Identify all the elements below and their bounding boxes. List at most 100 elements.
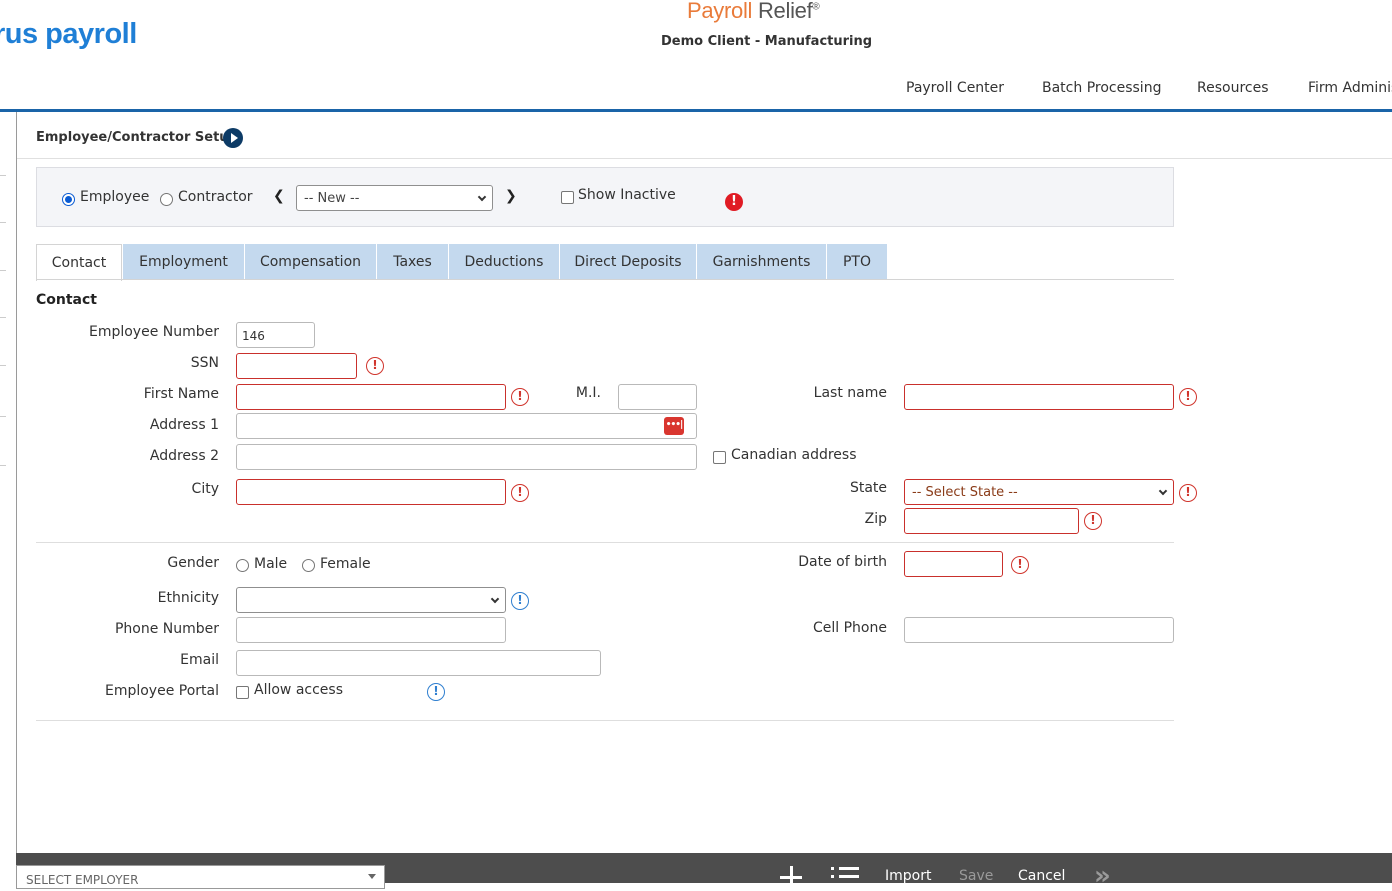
allow-access-checkbox[interactable] — [236, 686, 249, 699]
left-panel-tick — [0, 222, 6, 223]
state-label: State — [849, 480, 887, 496]
page-title: Employee/Contractor Setup — [36, 130, 238, 145]
tab-divider — [36, 279, 1174, 280]
title-divider — [17, 158, 1392, 159]
nav-firm-admin[interactable]: Firm Adminis — [1308, 80, 1392, 96]
last-name-label: Last name — [813, 385, 887, 401]
tab-deductions[interactable]: Deductions — [448, 244, 559, 280]
nav-batch-processing[interactable]: Batch Processing — [1042, 80, 1161, 96]
caret-down-icon — [368, 874, 376, 879]
employer-select-placeholder: SELECT EMPLOYER — [26, 873, 139, 887]
section-title: Contact — [36, 292, 97, 308]
tab-garnishments[interactable]: Garnishments — [696, 244, 826, 280]
gender-label: Gender — [167, 555, 219, 571]
chevron-down-icon — [1158, 486, 1168, 496]
ssn-field[interactable] — [236, 353, 357, 379]
section-divider — [36, 542, 1174, 543]
product-name-part1: Payroll — [687, 0, 753, 23]
section-divider — [36, 720, 1174, 721]
tab-direct-deposits[interactable]: Direct Deposits — [559, 244, 696, 280]
last-name-alert-icon: ! — [1179, 388, 1197, 406]
list-icon[interactable] — [831, 866, 861, 886]
employee-number-field[interactable]: 146 — [236, 322, 315, 348]
tab-compensation[interactable]: Compensation — [244, 244, 376, 280]
left-panel-tick — [0, 365, 6, 366]
cell-phone-label: Cell Phone — [813, 620, 887, 636]
state-select-value: -- Select State -- — [912, 485, 1018, 500]
product-logo: Payroll Relief® — [687, 0, 820, 24]
alert-icon[interactable]: ! — [725, 193, 743, 211]
nav-payroll-center[interactable]: Payroll Center — [906, 80, 1004, 96]
double-chevron-right-icon[interactable]: » — [1094, 861, 1111, 891]
tab-pto[interactable]: PTO — [826, 244, 887, 280]
mi-field[interactable] — [618, 384, 697, 410]
state-select[interactable]: -- Select State -- — [904, 479, 1174, 505]
left-panel-tick — [0, 416, 6, 417]
address2-field[interactable] — [236, 444, 697, 470]
product-name-part2: Relief — [757, 0, 813, 23]
left-panel-tick — [0, 270, 6, 271]
gender-female-label[interactable]: Female — [320, 556, 371, 572]
cell-phone-field[interactable] — [904, 617, 1174, 643]
address-lookup-icon[interactable]: •••| — [664, 417, 684, 435]
phone-field[interactable] — [236, 617, 506, 643]
city-field[interactable] — [236, 479, 506, 505]
left-panel-tick — [0, 317, 6, 318]
last-name-field[interactable] — [904, 384, 1174, 410]
employee-radio[interactable] — [62, 193, 75, 206]
ethnicity-select[interactable] — [236, 587, 506, 613]
zip-field[interactable] — [904, 508, 1079, 534]
tab-employment[interactable]: Employment — [122, 244, 244, 280]
ethnicity-info-icon[interactable]: ! — [511, 592, 529, 610]
dob-label: Date of birth — [798, 554, 887, 570]
tab-contact[interactable]: Contact — [36, 244, 122, 281]
employee-radio-label[interactable]: Employee — [80, 189, 149, 205]
play-icon[interactable] — [223, 128, 243, 148]
import-button[interactable]: Import — [885, 868, 931, 884]
mi-label: M.I. — [575, 385, 601, 401]
city-label: City — [191, 481, 219, 497]
left-panel-border — [16, 112, 17, 853]
client-name: Demo Client - Manufacturing — [661, 34, 873, 49]
gender-male-radio[interactable] — [236, 559, 249, 572]
allow-access-label[interactable]: Allow access — [254, 682, 343, 698]
canadian-address-checkbox[interactable] — [713, 451, 726, 464]
brand-logo: rus payroll — [0, 18, 137, 50]
first-name-label: First Name — [143, 386, 219, 402]
ethnicity-label: Ethnicity — [157, 590, 219, 606]
show-inactive-checkbox[interactable] — [561, 191, 574, 204]
zip-alert-icon: ! — [1084, 512, 1102, 530]
email-label: Email — [180, 652, 219, 668]
contractor-radio-label[interactable]: Contractor — [178, 189, 253, 205]
employer-select[interactable]: SELECT EMPLOYER — [16, 865, 385, 889]
gender-female-radio[interactable] — [302, 559, 315, 572]
dob-alert-icon: ! — [1011, 556, 1029, 574]
first-name-alert-icon: ! — [511, 388, 529, 406]
dob-field[interactable] — [904, 551, 1003, 577]
first-name-field[interactable] — [236, 384, 506, 410]
employee-select[interactable]: -- New -- — [296, 185, 493, 211]
contractor-radio[interactable] — [160, 193, 173, 206]
employee-number-label: Employee Number — [88, 324, 219, 340]
cancel-button[interactable]: Cancel — [1018, 868, 1065, 884]
address2-label: Address 2 — [149, 448, 219, 464]
save-button[interactable]: Save — [959, 868, 993, 884]
canadian-address-label[interactable]: Canadian address — [731, 447, 857, 463]
left-panel-tick — [0, 465, 6, 466]
nav-resources[interactable]: Resources — [1197, 80, 1269, 96]
city-alert-icon: ! — [511, 484, 529, 502]
email-field[interactable] — [236, 650, 601, 676]
employee-select-value: -- New -- — [304, 191, 360, 206]
chevron-left-icon[interactable]: ❮ — [273, 188, 285, 204]
add-icon[interactable] — [780, 866, 802, 888]
ssn-alert-icon: ! — [366, 357, 384, 375]
address1-field[interactable] — [236, 413, 697, 439]
show-inactive-label[interactable]: Show Inactive — [578, 187, 676, 203]
address1-label: Address 1 — [149, 417, 219, 433]
tab-taxes[interactable]: Taxes — [376, 244, 448, 280]
gender-male-label[interactable]: Male — [254, 556, 287, 572]
registered-mark: ® — [812, 1, 820, 13]
chevron-right-icon[interactable]: ❯ — [505, 188, 517, 204]
chevron-down-icon — [490, 594, 500, 604]
portal-info-icon[interactable]: ! — [427, 683, 445, 701]
